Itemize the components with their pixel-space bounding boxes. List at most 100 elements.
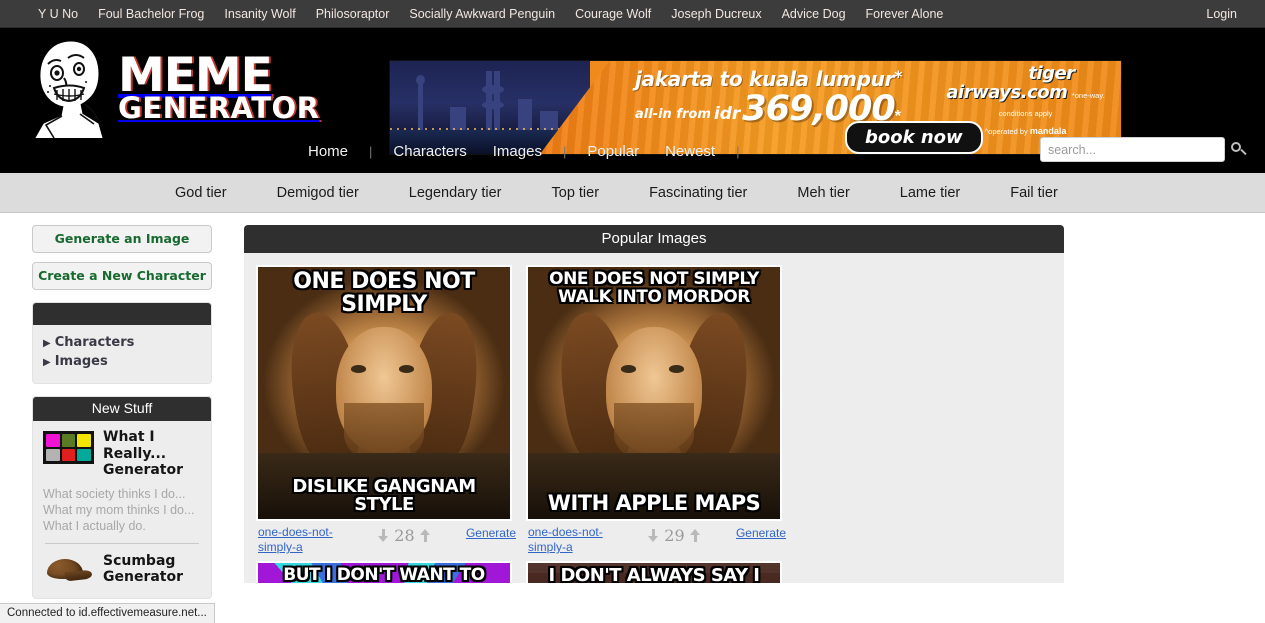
tree-item-images-label: Images (54, 354, 108, 369)
nav-item-characters[interactable]: Characters (380, 143, 479, 160)
tier-link-demigod-tier[interactable]: Demigod tier (252, 185, 384, 201)
top-meme-link-y-u-no[interactable]: Y U No (28, 0, 88, 28)
nav-separator: | (369, 143, 373, 159)
ad-all-in-label: all-in from (635, 106, 711, 122)
popular-images-panel: Popular Images ONE DOES NOT SIMPLY DISLIK… (244, 225, 1064, 583)
upvote-arrow-icon[interactable] (419, 529, 431, 542)
desc-line: What I actually do. (43, 518, 146, 533)
desc-line: What society thinks I do... (43, 486, 186, 501)
search-area (1040, 137, 1247, 162)
tier-link-fail-tier[interactable]: Fail tier (985, 185, 1083, 201)
top-meme-link-insanity-wolf[interactable]: Insanity Wolf (214, 0, 305, 28)
meme-thumbnail[interactable]: ONE DOES NOT SIMPLY DISLIKE GANGNAM STYLE (256, 265, 512, 521)
ad-currency-label: idr (713, 104, 741, 125)
site-header: MEME GENERATOR jakarta to kuala lumpur* … (0, 28, 1265, 173)
nav-item-home[interactable]: Home (295, 143, 361, 160)
page-body: Generate an Image Create a New Character… (0, 213, 1265, 599)
ad-brand-line-1: tiger (1028, 63, 1075, 84)
new-stuff-item-scumbag[interactable]: Scumbag Generator (43, 553, 201, 586)
upvote-arrow-icon[interactable] (689, 529, 701, 542)
browse-tree-panel: ▶ Characters ▶ Images (32, 302, 212, 384)
ad-brand-line-2: airways.com (946, 82, 1068, 103)
image-grid: ONE DOES NOT SIMPLY DISLIKE GANGNAM STYLE… (244, 253, 1064, 583)
top-meme-link-socially-awkward-penguin[interactable]: Socially Awkward Penguin (399, 0, 565, 28)
nav-item-images[interactable]: Images (480, 143, 555, 160)
vote-controls: 29 (613, 526, 736, 545)
main-nav-items: Home | Characters Images | Popular Newest | (295, 143, 747, 160)
tier-link-god-tier[interactable]: God tier (150, 185, 252, 201)
login-link[interactable]: Login (1196, 0, 1247, 28)
generate-link[interactable]: Generate (736, 526, 786, 540)
ad-headline: jakarta to kuala lumpur* (635, 67, 903, 91)
top-meme-link-courage-wolf[interactable]: Courage Wolf (565, 0, 661, 28)
meme-bottom-text: WITH APPLE MAPS (547, 491, 761, 516)
nav-separator: | (736, 143, 740, 159)
new-stuff-item-what-i-really[interactable]: What I Really... Generator (43, 429, 201, 479)
tier-link-lame-tier[interactable]: Lame tier (875, 185, 985, 201)
top-meme-link-foul-bachelor-frog[interactable]: Foul Bachelor Frog (88, 0, 214, 28)
tree-item-characters-label: Characters (54, 335, 135, 350)
chevron-right-icon: ▶ (43, 357, 51, 368)
chevron-right-icon: ▶ (43, 338, 51, 349)
meme-top-text: ONE DOES NOT SIMPLY WALK INTO MORDOR (549, 269, 759, 307)
tier-link-top-tier[interactable]: Top tier (527, 185, 625, 201)
new-stuff-panel-header: New Stuff (33, 397, 211, 421)
generate-link[interactable]: Generate (466, 526, 516, 540)
generate-an-image-button[interactable]: Generate an Image (32, 225, 212, 253)
tier-link-fascinating-tier[interactable]: Fascinating tier (624, 185, 772, 201)
downvote-arrow-icon[interactable] (378, 529, 389, 542)
meme-bottom-text: DISLIKE GANGNAM STYLE (292, 475, 476, 516)
new-stuff-list: What I Really... Generator What society … (33, 421, 211, 598)
meme-top-text: I DON'T ALWAYS SAY I HAD (548, 565, 760, 583)
desc-line: What my mom thinks I do... (43, 502, 195, 517)
browser-status-bar: Connected to id.effectivemeasure.net... (0, 603, 215, 623)
search-input[interactable] (1040, 137, 1225, 162)
meme-thumbnail[interactable]: I DON'T ALWAYS SAY I HAD (526, 561, 782, 583)
browse-tree-panel-header (33, 303, 211, 325)
tier-navigation: God tier Demigod tier Legendary tier Top ti… (0, 173, 1265, 213)
divider (45, 542, 199, 544)
popular-images-header: Popular Images (244, 225, 1064, 253)
top-meme-link-joseph-ducreux[interactable]: Joseph Ducreux (661, 0, 771, 28)
nav-item-newest[interactable]: Newest (652, 143, 728, 160)
y-u-no-face-icon (24, 38, 116, 139)
vote-count: 29 (664, 526, 685, 545)
tree-item-images[interactable]: ▶ Images (43, 352, 201, 371)
meme-card: ONE DOES NOT SIMPLY DISLIKE GANGNAM STYLE… (252, 265, 522, 557)
what-i-really-description: What society thinks I do... What my mom … (43, 486, 201, 534)
meme-card-meta: one-does-not-simply-a 29 Generate (526, 521, 788, 557)
browse-tree-list: ▶ Characters ▶ Images (33, 325, 211, 383)
top-meme-link-philosoraptor[interactable]: Philosoraptor (306, 0, 400, 28)
logo-line-1: MEME (118, 48, 273, 104)
meme-character-link[interactable]: one-does-not-simply-a (258, 525, 343, 555)
tier-link-legendary-tier[interactable]: Legendary tier (384, 185, 527, 201)
create-a-new-character-button[interactable]: Create a New Character (32, 262, 212, 290)
scumbag-hat-icon (43, 556, 94, 586)
nav-item-popular[interactable]: Popular (574, 143, 652, 160)
new-stuff-item-title: What I Really... Generator (103, 429, 184, 479)
vote-controls: 28 (343, 526, 466, 545)
meme-card-meta: one-does-not-simply-a 28 Generate (256, 521, 518, 557)
meme-card: ONE DOES NOT SIMPLY WALK INTO MORDOR WITH… (522, 265, 792, 557)
meme-card: I DON'T ALWAYS SAY I HAD (522, 561, 792, 583)
tree-item-characters[interactable]: ▶ Characters (43, 333, 201, 352)
what-i-really-icon (43, 431, 94, 464)
search-icon[interactable] (1231, 141, 1247, 158)
meme-top-text: ONE DOES NOT SIMPLY (293, 269, 475, 317)
meme-thumbnail[interactable]: BUT I DON'T WANT TO OPEN A NEW WINDOWIT'… (256, 561, 512, 583)
top-meme-link-advice-dog[interactable]: Advice Dog (772, 0, 856, 28)
meme-card: BUT I DON'T WANT TO OPEN A NEW WINDOWIT'… (252, 561, 522, 583)
top-meme-link-forever-alone[interactable]: Forever Alone (856, 0, 954, 28)
meme-thumbnail[interactable]: ONE DOES NOT SIMPLY WALK INTO MORDOR WITH… (526, 265, 782, 521)
logo-line-2: GENERATOR (118, 90, 320, 125)
site-logo[interactable]: MEME GENERATOR (24, 34, 319, 142)
meme-character-link[interactable]: one-does-not-simply-a (528, 525, 613, 555)
top-meme-links: Y U No Foul Bachelor Frog Insanity Wolf Phi… (28, 0, 1196, 28)
meme-top-text: BUT I DON'T WANT TO OPEN A NEW WINDOW (283, 565, 485, 583)
nav-separator: | (562, 143, 567, 159)
ad-tiger-airways-logo: tiger airways.com *one-way. conditions a… (938, 65, 1113, 139)
tier-link-meh-tier[interactable]: Meh tier (772, 185, 874, 201)
main-navigation: Home | Characters Images | Popular Newest | (0, 129, 1265, 173)
downvote-arrow-icon[interactable] (648, 529, 659, 542)
new-stuff-panel: New Stuff What I Really... Generator Wha… (32, 396, 212, 599)
